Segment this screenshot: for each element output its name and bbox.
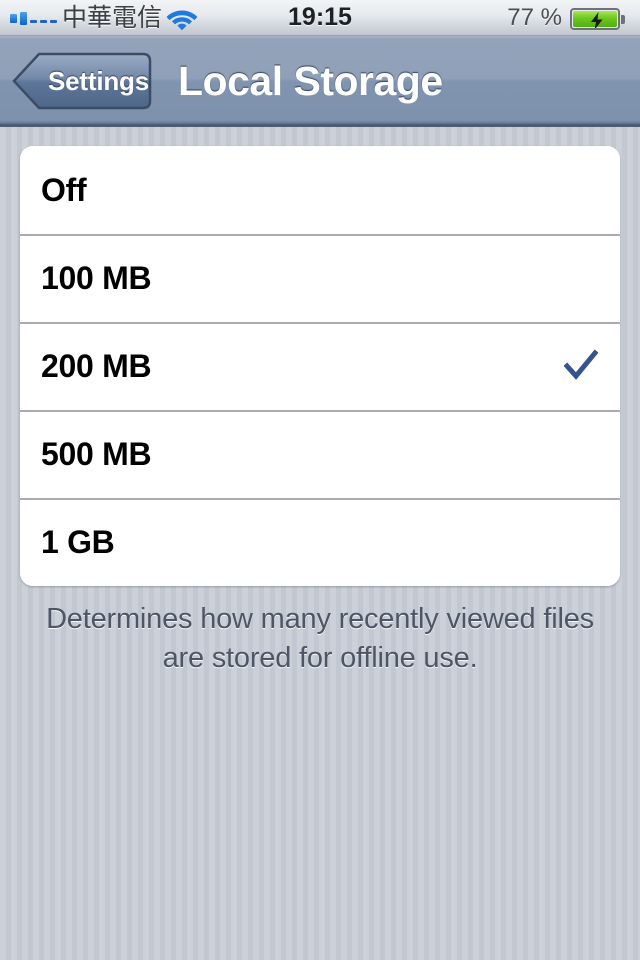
list-item[interactable]: 100 MB <box>20 234 620 322</box>
list-item[interactable]: Off <box>20 146 620 234</box>
footer-description: Determines how many recently viewed file… <box>46 603 594 674</box>
lightning-bolt-icon <box>591 12 603 28</box>
list-item-label: 200 MB <box>41 347 152 384</box>
storage-options-table: Off 100 MB 200 MB 500 MB 1 GB <box>20 146 620 586</box>
battery-charging-icon <box>570 8 626 30</box>
battery-cap <box>621 15 625 24</box>
back-button-shape: Settings <box>12 52 165 110</box>
back-button-label: Settings <box>48 65 149 96</box>
battery-body <box>570 8 620 30</box>
list-item[interactable]: 1 GB <box>20 498 620 586</box>
navigation-bar: Settings Local Storage <box>0 36 640 127</box>
phone-screen: 中華電信 19:15 77 % Settings Local Storage O… <box>0 0 640 960</box>
list-item-label: 1 GB <box>41 523 115 560</box>
battery-percent-label: 77 % <box>507 4 562 31</box>
status-bar: 中華電信 19:15 77 % <box>0 0 640 36</box>
page-title: Local Storage <box>178 58 443 104</box>
list-item[interactable]: 500 MB <box>20 410 620 498</box>
list-item-label: 100 MB <box>41 259 152 296</box>
list-item-label: 500 MB <box>41 435 152 472</box>
checkmark-icon <box>564 349 598 380</box>
list-item-label: Off <box>41 171 87 208</box>
back-button-settings[interactable]: Settings <box>12 52 165 110</box>
list-item[interactable]: 200 MB <box>20 322 620 410</box>
